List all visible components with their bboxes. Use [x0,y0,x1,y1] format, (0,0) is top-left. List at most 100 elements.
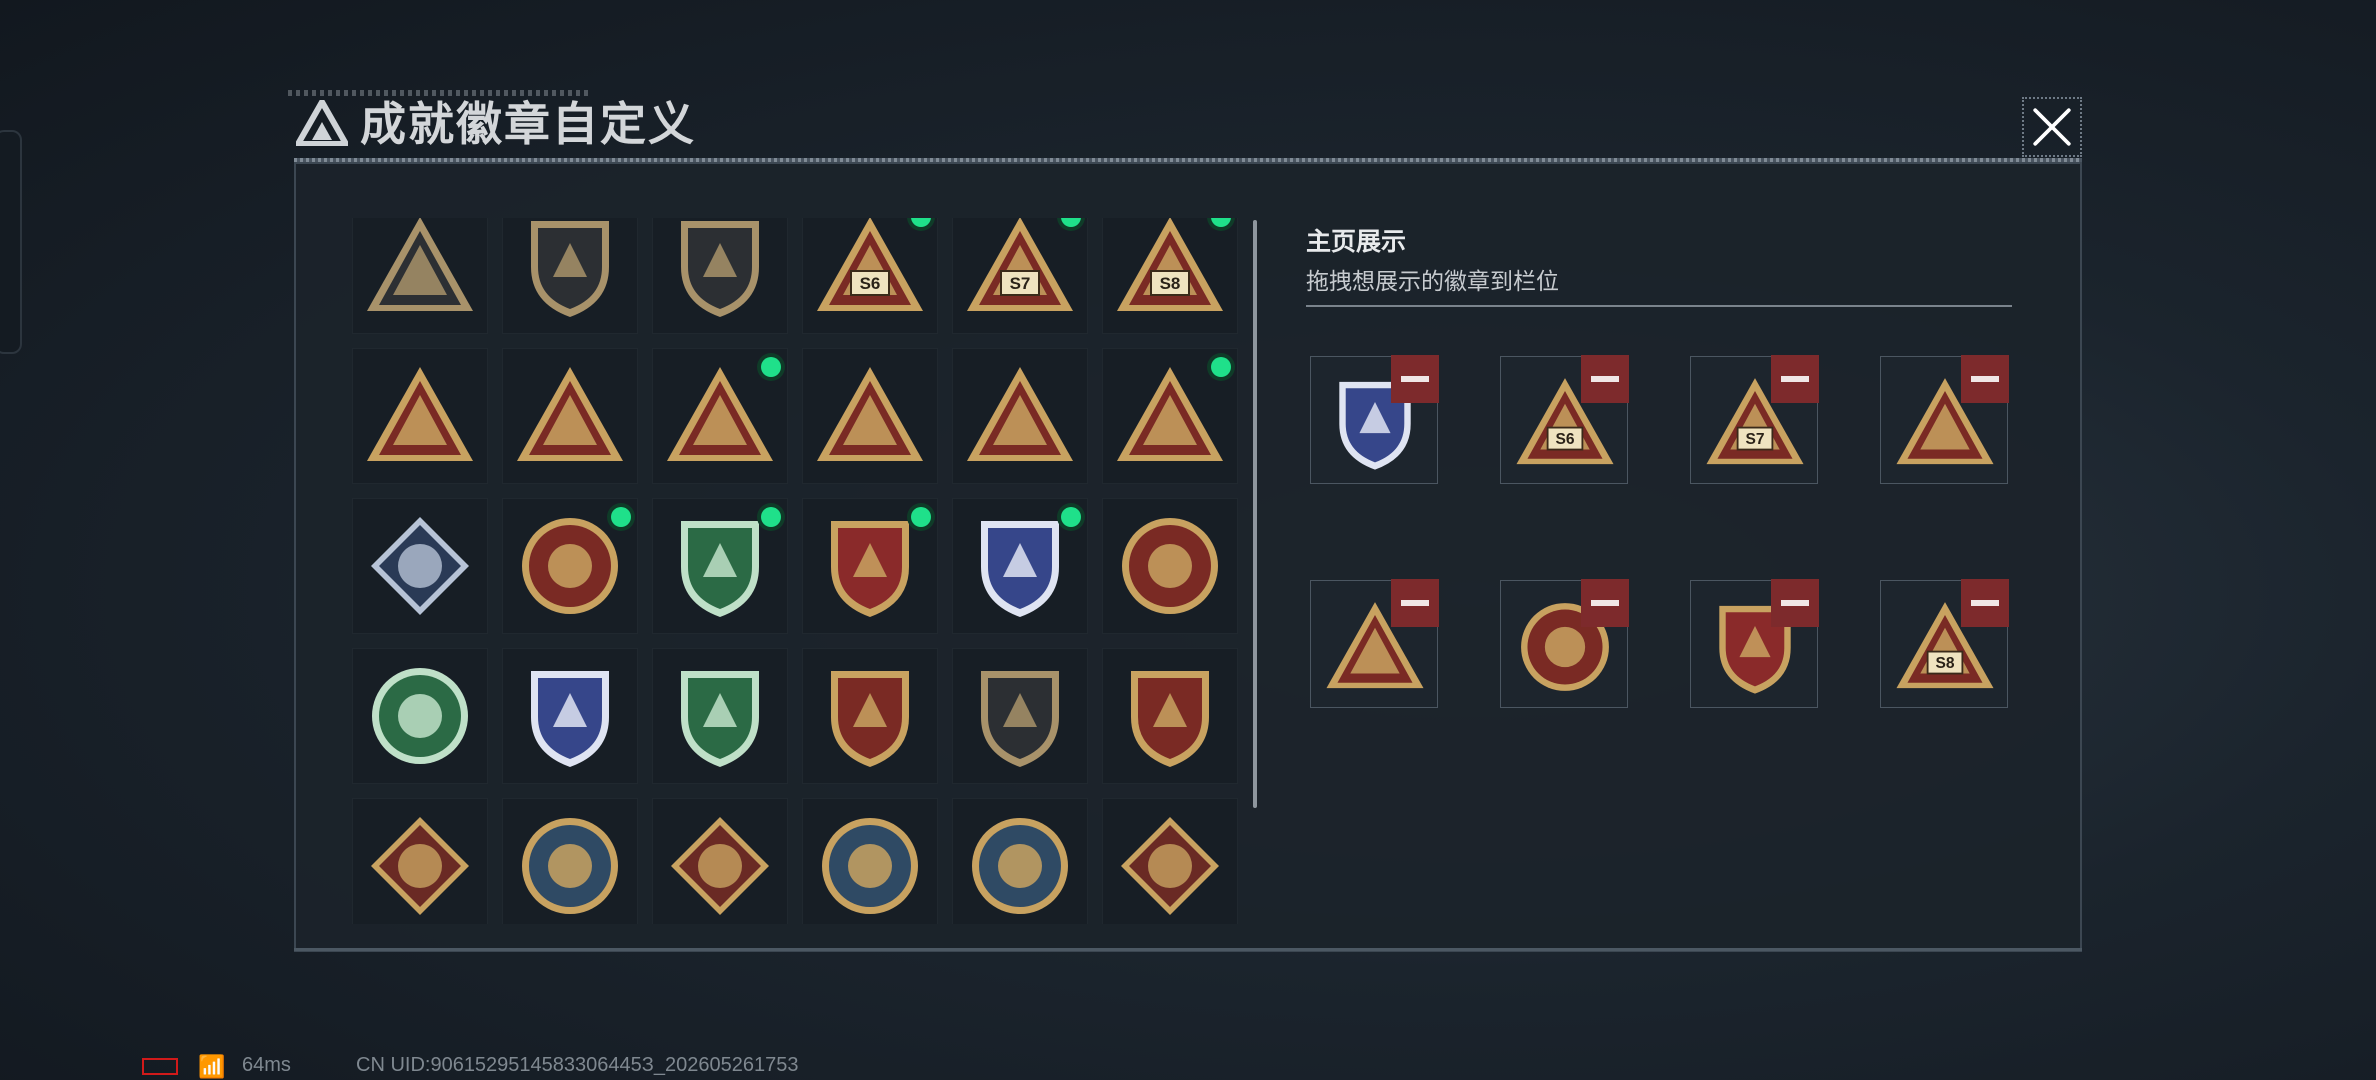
badge-tile[interactable] [1102,798,1238,924]
showcase-slot[interactable] [1310,579,1439,708]
star-round-badge-icon [522,518,618,614]
badge-grid: S6S6S7S7S8S8 [352,218,1238,924]
user-uid: CN UID:9061529514583306445З_202605261753 [356,1054,799,1076]
new-badge-dot [611,507,631,527]
showcase-slot[interactable] [1500,579,1629,708]
blue-crosshair-shield-badge-icon [531,671,609,767]
badge-tile[interactable]: S7S7 [952,218,1088,334]
red-star-shield-badge-icon [831,521,909,617]
dragon-diamond-badge-icon [671,817,769,915]
wolf-round-badge-icon [972,818,1068,914]
dagger-shield-badge-icon [681,221,759,317]
season-badge-icon: S8 [1117,218,1223,311]
svg-text:S8: S8 [1160,274,1181,293]
showcase-subtitle: 拖拽想展示的徽章到栏位 [1306,268,1559,294]
wifi-icon: 📶 [198,1054,226,1079]
new-badge-dot [911,507,931,527]
remove-badge-button[interactable] [1961,355,2009,403]
badge-grid-viewport[interactable]: S6S6S7S7S8S8 [352,218,1242,924]
new-badge-dot [1211,357,1231,377]
badge-tile[interactable] [1102,348,1238,484]
rocket-triangle-badge-icon [1117,367,1223,461]
svg-text:S7: S7 [1010,274,1031,293]
badge-tile[interactable]: S6S6 [802,218,938,334]
badge-tile[interactable] [502,218,638,334]
blue-gem-shield-badge-icon [981,521,1059,617]
helmet-triangle-badge-icon [367,367,473,461]
badge-tile[interactable] [802,648,938,784]
badge-tile[interactable] [652,218,788,334]
badge-tile[interactable] [952,798,1088,924]
showcase-slot[interactable]: S8 [1880,579,2009,708]
side-edge-tab [0,130,22,354]
badge-tile[interactable] [952,348,1088,484]
badge-tile[interactable] [1102,648,1238,784]
delta-triangle-shield-badge-icon [367,218,473,311]
horse-diamond-badge-icon [1121,817,1219,915]
badge-tile[interactable] [352,218,488,334]
panel-bottom-divider [294,948,2082,951]
gold-rifle-shield-badge-icon [831,671,909,767]
badge-tile[interactable] [802,498,938,634]
rocket-launcher-diamond-badge-icon [371,517,469,615]
green-shield-badge-icon [681,521,759,617]
badge-tile[interactable] [1102,498,1238,634]
new-badge-dot [761,507,781,527]
battery-low-icon [142,1058,178,1075]
helicopter-shield-badge-icon [531,221,609,317]
badge-tile[interactable] [652,798,788,924]
bottle-triangle-badge-icon [667,367,773,461]
skull-triangle-badge-icon [817,367,923,461]
showcase-slot[interactable]: S6 [1500,355,1629,484]
remove-badge-button[interactable] [1961,579,2009,627]
badge-tile[interactable] [952,648,1088,784]
badge-tile[interactable] [652,498,788,634]
svg-text:S8: S8 [1935,655,1954,672]
badge-tile[interactable] [952,498,1088,634]
remove-badge-button[interactable] [1391,579,1439,627]
window-title: 成就徽章自定义 [360,98,696,150]
badge-tile[interactable] [352,348,488,484]
remove-badge-button[interactable] [1581,579,1629,627]
season-badge-icon: S6 [817,218,923,311]
gold-crosshair-shield-badge-icon [1131,671,1209,767]
ping-readout: 64ms [242,1054,291,1076]
number-one-triangle-badge-icon [517,367,623,461]
svg-text:S6: S6 [860,274,881,293]
badge-tile[interactable] [502,648,638,784]
svg-text:S6: S6 [1555,431,1574,448]
round-gold-medal-badge-icon [1122,518,1218,614]
showcase-slot[interactable] [1310,355,1439,484]
badge-tile[interactable] [802,798,938,924]
close-button[interactable] [2022,97,2082,157]
remove-badge-button[interactable] [1771,355,1819,403]
wildcat-round-badge-icon [822,818,918,914]
badge-grid-scrollbar[interactable] [1253,220,1257,808]
delta-logo-icon [296,100,348,146]
badge-tile[interactable] [502,348,638,484]
badge-tile[interactable] [352,798,488,924]
badge-tile[interactable] [352,648,488,784]
remove-badge-button[interactable] [1391,355,1439,403]
badge-tile[interactable] [502,498,638,634]
showcase-slot[interactable] [1880,355,2009,484]
badge-tile[interactable] [802,348,938,484]
showcase-divider [1306,305,2012,307]
remove-badge-button[interactable] [1581,355,1629,403]
badge-tile[interactable] [652,348,788,484]
dark-rifle-shield-badge-icon [981,671,1059,767]
green-crest-badge-icon [372,668,468,764]
eagle-round-badge-icon [522,818,618,914]
badge-tile[interactable] [652,648,788,784]
badge-tile[interactable] [352,498,488,634]
badge-tile[interactable] [502,798,638,924]
svg-text:S7: S7 [1745,431,1764,448]
showcase-slot[interactable] [1690,579,1819,708]
close-icon [2033,108,2071,146]
season-badge-icon: S7 [967,218,1073,311]
remove-badge-button[interactable] [1771,579,1819,627]
green-crosshair-shield-badge-icon [681,671,759,767]
badge-tile[interactable]: S8S8 [1102,218,1238,334]
showcase-slot[interactable]: S7 [1690,355,1819,484]
wolf-diamond-badge-icon [371,817,469,915]
